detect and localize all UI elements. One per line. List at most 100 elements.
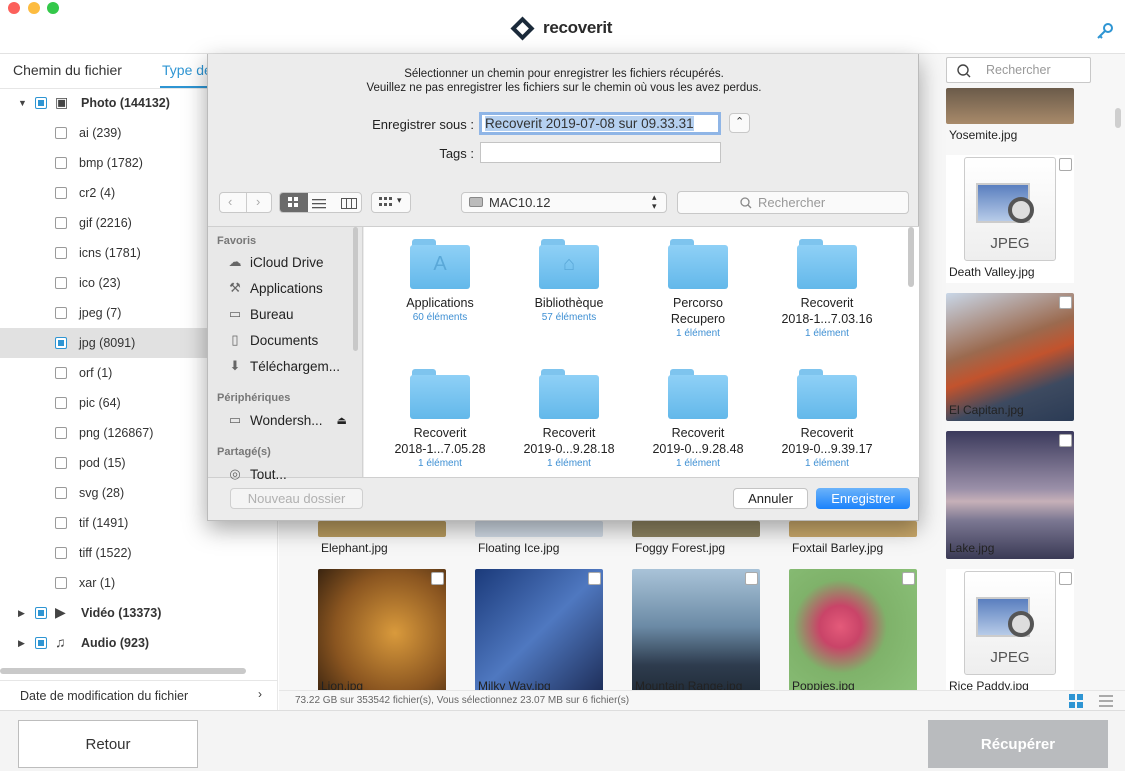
thumbnail-checkbox[interactable] [1059,296,1072,309]
file-name: Rice Paddy.jpg [949,679,1029,690]
thumbnail-image[interactable] [475,521,603,537]
folder-item[interactable]: Recoverit 2018-1...7.05.28 1 élément [376,369,504,471]
fav-downloads[interactable]: ⬇ Téléchargem... [226,358,341,374]
thumbnail-image[interactable] [318,569,446,690]
date-filter[interactable]: Date de modification du fichier › [0,680,278,710]
tree-label: ai (239) [79,126,122,140]
download-icon: ⬇ [229,358,241,373]
jpeg-file-icon[interactable]: JPEG [946,155,1074,283]
grid-scrollbar[interactable] [1115,108,1121,128]
expand-dialog-button[interactable]: ⌃ [729,113,750,133]
dialog-search-box[interactable]: Rechercher [677,191,909,214]
column-view-icon[interactable] [341,197,357,209]
tree-checkbox[interactable] [55,127,67,139]
folder-item[interactable]: Recoverit 2019-0...9.39.17 1 élément [763,369,891,471]
list-view-icon[interactable] [312,197,326,209]
favorites-scrollbar[interactable] [353,227,358,351]
chevron-right-icon[interactable]: › [256,194,260,209]
folder-item[interactable]: Percorso Recupero 1 élément [634,239,762,341]
fav-applications[interactable]: ⚒ Applications [226,280,323,296]
recover-button[interactable]: Récupérer [928,720,1108,768]
list-view-icon[interactable] [1099,694,1113,708]
tree-checkbox[interactable] [55,307,67,319]
fav-desktop[interactable]: ▭ Bureau [226,306,294,322]
expand-right-icon[interactable]: ▶ [18,638,25,649]
fav-documents[interactable]: ▯ Documents [226,332,318,348]
thumbnail-image[interactable] [946,293,1074,421]
key-icon[interactable] [1096,22,1114,40]
tree-checkbox[interactable] [55,217,67,229]
thumbnail-image[interactable] [632,521,760,537]
group-button[interactable]: ▾ [371,192,411,213]
tags-input[interactable] [480,142,721,163]
thumbnail-image[interactable] [789,569,917,690]
thumbnail-image[interactable] [475,569,603,690]
shared-all[interactable]: ◎ Tout... [226,466,286,482]
device-wondershare[interactable]: ▭ Wondersh... ⏏ [226,412,347,428]
tree-checkbox[interactable] [35,97,47,109]
folder-item[interactable]: Recoverit 2019-0...9.28.48 1 élément [634,369,762,471]
tree-checkbox[interactable] [55,397,67,409]
thumbnail-checkbox[interactable] [745,572,758,585]
tree-checkbox[interactable] [55,157,67,169]
new-folder-button[interactable]: Nouveau dossier [230,488,363,509]
minimize-window-button[interactable] [28,2,40,14]
eject-icon[interactable]: ⏏ [337,414,347,427]
tab-file-path[interactable]: Chemin du fichier [13,62,122,78]
fav-icloud-drive[interactable]: ☁ iCloud Drive [226,254,324,270]
tree-checkbox[interactable] [55,517,67,529]
expand-right-icon[interactable]: ▶ [18,608,25,619]
tree-category[interactable]: ▶ ▶ Vidéo (13373) [0,598,276,628]
tree-checkbox[interactable] [35,637,47,649]
thumbnail-checkbox[interactable] [902,572,915,585]
sidebar-scrollbar[interactable] [0,668,246,674]
favorites-header: Favoris [217,235,257,247]
tree-checkbox[interactable] [55,337,67,349]
folder-item[interactable]: Recoverit 2018-1...7.03.16 1 élément [763,239,891,341]
tree-checkbox[interactable] [55,367,67,379]
tree-item[interactable]: tiff (1522) [0,538,276,568]
back-button[interactable]: Retour [18,720,198,768]
disk-icon [469,197,483,207]
icon-view-button[interactable] [280,193,308,212]
thumbnail-image[interactable] [789,521,917,537]
thumbnail-checkbox[interactable] [1059,434,1072,447]
tree-checkbox[interactable] [55,487,67,499]
tree-checkbox[interactable] [55,247,67,259]
location-label: MAC10.12 [489,195,551,210]
jpeg-file-icon[interactable]: JPEG [946,569,1074,690]
tree-checkbox[interactable] [55,457,67,469]
tree-checkbox[interactable] [55,277,67,289]
tab-file-type[interactable]: Type de fichier [162,62,207,78]
thumbnail-checkbox[interactable] [1059,572,1072,585]
chevron-left-icon[interactable]: ‹ [228,194,232,209]
grid-view-icon[interactable] [1069,694,1083,708]
thumbnail-image[interactable] [946,431,1074,559]
tree-checkbox[interactable] [55,577,67,589]
tree-category[interactable]: ▶ ♫ Audio (923) [0,628,276,658]
folder-item[interactable]: ⌂ Bibliothèque 57 éléments [505,239,633,325]
tree-checkbox[interactable] [55,427,67,439]
location-popup[interactable]: MAC10.12 ▴ ▾ [461,192,667,213]
tree-checkbox[interactable] [55,547,67,559]
cancel-button[interactable]: Annuler [733,488,808,509]
save-button[interactable]: Enregistrer [816,488,910,509]
zoom-window-button[interactable] [47,2,59,14]
thumbnail-image[interactable] [946,88,1074,124]
grid-search-box[interactable]: Rechercher [946,57,1091,83]
tree-checkbox[interactable] [35,607,47,619]
folder-item[interactable]: A Applications 60 éléments [376,239,504,325]
thumbnail-checkbox[interactable] [1059,158,1072,171]
thumbnail-checkbox[interactable] [431,572,444,585]
save-as-input[interactable]: Recoverit 2019-07-08 sur 09.33.31 [479,112,721,135]
expand-down-icon[interactable]: ▼ [18,98,27,108]
tree-item[interactable]: xar (1) [0,568,276,598]
thumbnail-checkbox[interactable] [588,572,601,585]
close-window-button[interactable] [8,2,20,14]
thumbnail-image[interactable] [632,569,760,690]
thumbnail-image[interactable] [318,521,446,537]
folder-scrollbar[interactable] [908,227,914,287]
folder-item[interactable]: Recoverit 2019-0...9.28.18 1 élément [505,369,633,471]
favorites-sidebar: Favoris ☁ iCloud Drive ⚒ Applications ▭ Bur… [208,227,363,482]
tree-checkbox[interactable] [55,187,67,199]
